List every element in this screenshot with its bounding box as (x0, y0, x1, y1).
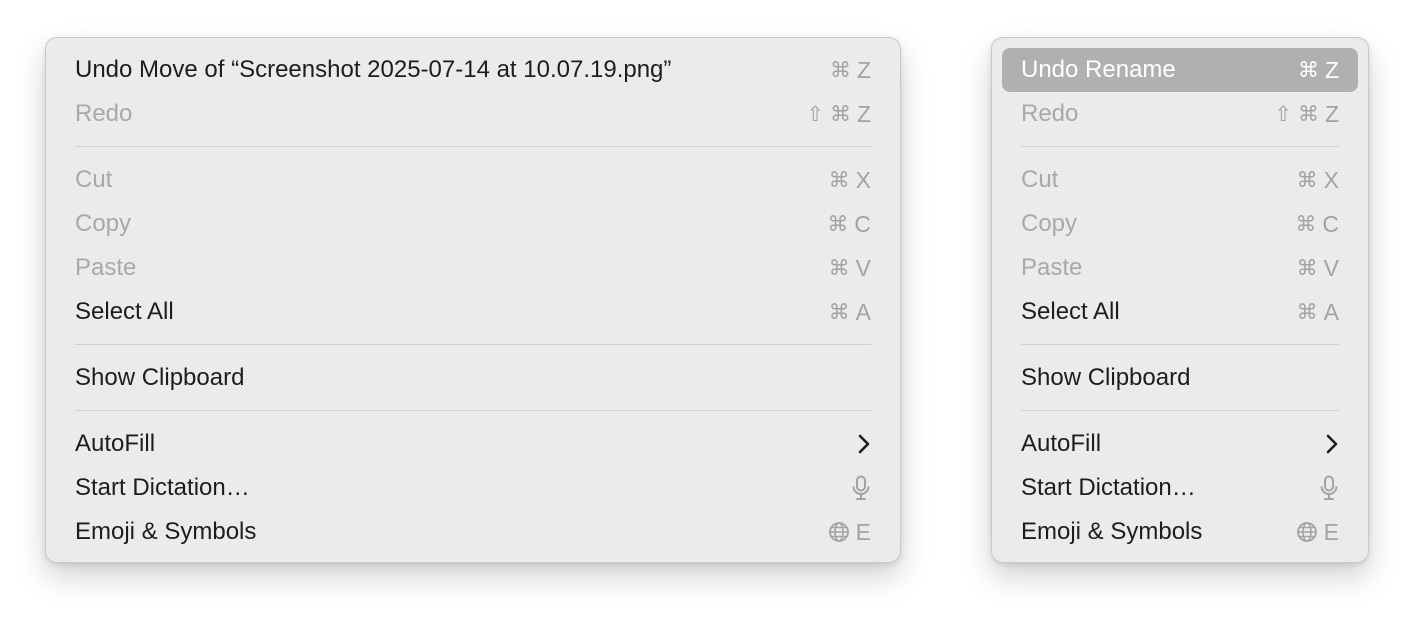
menu-item-emoji-symbols[interactable]: Emoji & Symbols E (56, 510, 890, 554)
command-key: ⌘ (1297, 58, 1319, 82)
menu-separator (1021, 410, 1339, 411)
menu-item-label: AutoFill (75, 430, 156, 457)
edit-menu-left: Undo Move of “Screenshot 2025-07-14 at 1… (45, 37, 901, 563)
menu-item-label: Start Dictation… (75, 474, 250, 501)
menu-item-label: Emoji & Symbols (1021, 518, 1203, 545)
shift-key: ⇧ (806, 102, 824, 126)
menu-item-autofill[interactable]: AutoFill (1002, 422, 1358, 466)
menu-item-redo: Redo ⇧ ⌘ Z (1002, 92, 1358, 136)
menu-item-label: Copy (75, 210, 132, 237)
microphone-icon (851, 475, 871, 501)
shortcut-key: Z (856, 56, 871, 83)
menu-separator (1021, 146, 1339, 147)
chevron-right-icon (857, 433, 871, 455)
globe-icon (828, 521, 850, 543)
command-key: ⌘ (1295, 212, 1317, 236)
shortcut: ⌘ A (1297, 299, 1339, 326)
command-key: ⌘ (1296, 256, 1318, 280)
command-key: ⌘ (1296, 300, 1318, 324)
menu-item-label: Undo Rename (1021, 56, 1176, 83)
menu-item-select-all[interactable]: Select All ⌘ A (1002, 290, 1358, 334)
shortcut-key: X (855, 166, 871, 193)
menu-item-copy: Copy ⌘ C (56, 202, 890, 246)
command-key: ⌘ (828, 168, 850, 192)
shortcut-key: A (855, 298, 871, 325)
shortcut-key: V (1323, 254, 1339, 281)
shortcut: ⇧ ⌘ Z (1274, 101, 1339, 128)
edit-menu-right: Undo Rename ⌘ Z Redo ⇧ ⌘ Z Cut ⌘ X Copy (991, 37, 1369, 563)
menu-item-undo-move[interactable]: Undo Move of “Screenshot 2025-07-14 at 1… (56, 48, 890, 92)
shortcut-key: Z (1324, 56, 1339, 83)
shortcut: ⌘ X (829, 167, 871, 194)
menu-item-show-clipboard[interactable]: Show Clipboard (1002, 356, 1358, 400)
shortcut-key: A (1323, 298, 1339, 325)
menu-item-label: Select All (75, 298, 174, 325)
menu-item-label: Show Clipboard (1021, 364, 1191, 391)
shortcut-key: C (1322, 210, 1339, 237)
menu-item-autofill[interactable]: AutoFill (56, 422, 890, 466)
menu-item-label: Select All (1021, 298, 1120, 325)
menu-item-label: Cut (1021, 166, 1059, 193)
menu-item-cut: Cut ⌘ X (1002, 158, 1358, 202)
shortcut-key: V (855, 254, 871, 281)
menu-item-copy: Copy ⌘ C (1002, 202, 1358, 246)
menu-item-paste: Paste ⌘ V (1002, 246, 1358, 290)
command-key: ⌘ (828, 256, 850, 280)
command-key: ⌘ (1296, 168, 1318, 192)
menu-item-label: AutoFill (1021, 430, 1102, 457)
menu-item-label: Paste (1021, 254, 1083, 281)
shortcut-key: X (1323, 166, 1339, 193)
menu-separator (75, 146, 871, 147)
command-key: ⌘ (829, 102, 851, 126)
menu-item-label: Show Clipboard (75, 364, 245, 391)
menu-item-label: Redo (1021, 100, 1079, 127)
menu-item-paste: Paste ⌘ V (56, 246, 890, 290)
menu-item-show-clipboard[interactable]: Show Clipboard (56, 356, 890, 400)
menu-item-select-all[interactable]: Select All ⌘ A (56, 290, 890, 334)
shortcut: ⌘ Z (830, 57, 871, 84)
shortcut-key: Z (1324, 100, 1339, 127)
menu-item-start-dictation[interactable]: Start Dictation… (56, 466, 890, 510)
shortcut-key: E (1323, 518, 1339, 545)
menu-item-label: Emoji & Symbols (75, 518, 257, 545)
menu-separator (75, 410, 871, 411)
microphone-icon (1319, 475, 1339, 501)
menu-item-cut: Cut ⌘ X (56, 158, 890, 202)
shortcut-key: E (855, 518, 871, 545)
menu-item-undo-rename[interactable]: Undo Rename ⌘ Z (1002, 48, 1358, 92)
command-key: ⌘ (829, 58, 851, 82)
shortcut: ⌘ Z (1298, 57, 1339, 84)
shift-key: ⇧ (1274, 102, 1292, 126)
menu-separator (75, 344, 871, 345)
shortcut: ⌘ X (1297, 167, 1339, 194)
globe-icon (1296, 521, 1318, 543)
menu-item-label: Copy (1021, 210, 1078, 237)
menu-item-start-dictation[interactable]: Start Dictation… (1002, 466, 1358, 510)
shortcut: ⌘ C (827, 211, 871, 238)
shortcut: E (828, 519, 871, 546)
menu-item-label: Paste (75, 254, 137, 281)
shortcut: ⌘ A (829, 299, 871, 326)
menu-item-redo: Redo ⇧ ⌘ Z (56, 92, 890, 136)
command-key: ⌘ (828, 300, 850, 324)
menu-item-label: Cut (75, 166, 113, 193)
shortcut: E (1296, 519, 1339, 546)
shortcut: ⇧ ⌘ Z (806, 101, 871, 128)
menu-item-label: Undo Move of “Screenshot 2025-07-14 at 1… (75, 56, 672, 83)
shortcut-key: Z (856, 100, 871, 127)
shortcut: ⌘ V (829, 255, 871, 282)
menu-item-emoji-symbols[interactable]: Emoji & Symbols E (1002, 510, 1358, 554)
command-key: ⌘ (1297, 102, 1319, 126)
shortcut: ⌘ C (1295, 211, 1339, 238)
menu-item-label: Redo (75, 100, 133, 127)
command-key: ⌘ (827, 212, 849, 236)
shortcut: ⌘ V (1297, 255, 1339, 282)
shortcut-key: C (854, 210, 871, 237)
menu-item-label: Start Dictation… (1021, 474, 1196, 501)
chevron-right-icon (1325, 433, 1339, 455)
menu-separator (1021, 344, 1339, 345)
